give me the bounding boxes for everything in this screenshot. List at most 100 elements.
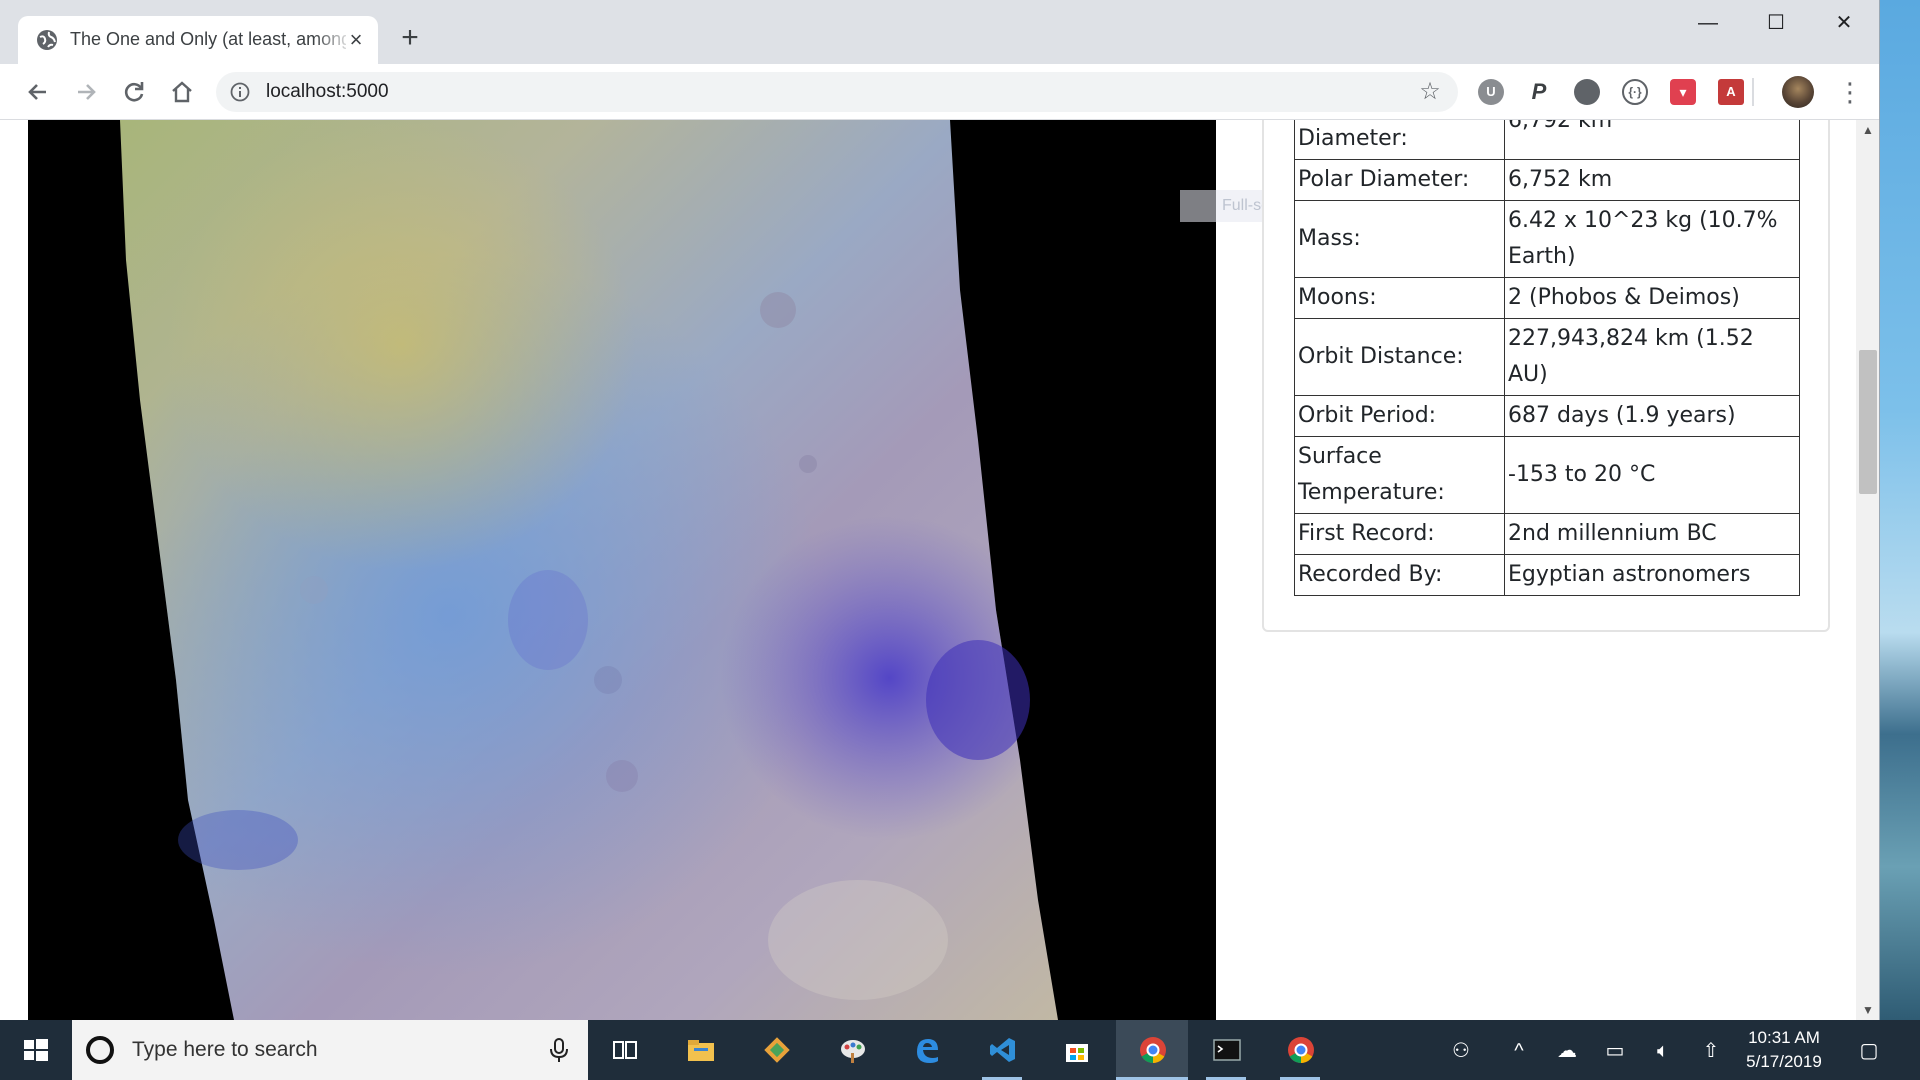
chevron-up-icon[interactable]: ^ — [1506, 1038, 1532, 1064]
chrome-icon — [1288, 1037, 1314, 1064]
fact-value: -153 to 20 °C — [1504, 436, 1800, 514]
scrollbar-thumb[interactable] — [1859, 350, 1877, 494]
taskbar-app-git[interactable] — [740, 1020, 812, 1080]
taskbar-app-paint[interactable] — [816, 1020, 888, 1080]
clock-time: 10:31 AM — [1748, 1028, 1820, 1047]
taskbar-app-chrome-active[interactable] — [1116, 1020, 1188, 1080]
tab-title: The One and Only (at least, among — [70, 29, 346, 49]
task-view-button[interactable] — [588, 1020, 660, 1080]
home-button[interactable] — [166, 76, 198, 108]
fact-row: Mass: 6.42 x 10^23 kg (10.7% Earth) — [1294, 200, 1800, 278]
facts-table: Equatorial Diameter:6,792 kmPolar Diamet… — [1294, 120, 1800, 596]
tab-close-button[interactable]: × — [344, 28, 368, 52]
taskbar-app-store[interactable] — [1040, 1020, 1112, 1080]
fact-row: Polar Diameter: 6,752 km — [1294, 159, 1800, 201]
home-icon — [172, 81, 192, 103]
store-icon — [1066, 1044, 1088, 1062]
toolbar-divider — [1752, 78, 1754, 106]
taskbar-app-file-explorer[interactable] — [664, 1020, 736, 1080]
url-text[interactable]: localhost:5000 — [266, 80, 389, 104]
fact-value: 6,792 km — [1504, 120, 1800, 160]
globe-icon — [37, 30, 57, 50]
new-tab-button[interactable]: + — [394, 22, 426, 54]
info-icon[interactable] — [230, 82, 250, 102]
taskbar-app-edge[interactable] — [890, 1020, 962, 1080]
taskbar-app-terminal[interactable] — [1190, 1020, 1262, 1080]
windows-icon — [24, 1039, 48, 1061]
star-icon[interactable]: ☆ — [1416, 78, 1444, 106]
microphone-icon[interactable] — [546, 1037, 572, 1063]
edge-icon — [917, 1039, 938, 1063]
upload-icon[interactable]: ⇧ — [1698, 1038, 1724, 1064]
menu-button[interactable]: ⋮ — [1834, 76, 1866, 108]
battery-icon[interactable]: ▭ — [1602, 1038, 1628, 1064]
fact-value: 2nd millennium BC — [1504, 513, 1800, 555]
browser-toolbar: localhost:5000 ☆ U P {·} ▾ A ⋮ — [0, 64, 1879, 120]
taskbar-search[interactable]: Type here to search — [72, 1020, 588, 1080]
fact-row: Recorded By: Egyptian astronomers — [1294, 554, 1800, 596]
fact-row: Orbit Period: 687 days (1.9 years) — [1294, 395, 1800, 437]
volume-icon[interactable]: 🔈︎ — [1650, 1038, 1676, 1064]
avatar[interactable] — [1782, 76, 1814, 108]
clock-date: 5/17/2019 — [1746, 1052, 1822, 1071]
tab-strip: The One and Only (at least, among × + — … — [0, 0, 1879, 64]
fact-label: Polar Diameter: — [1294, 159, 1505, 201]
fact-label: Orbit Period: — [1294, 395, 1505, 437]
fact-value: 2 (Phobos & Deimos) — [1504, 277, 1800, 319]
system-clock[interactable]: 10:31 AM 5/17/2019 — [1734, 1026, 1834, 1074]
people-icon[interactable]: ⚇ — [1448, 1038, 1474, 1064]
onedrive-icon[interactable]: ☁ — [1554, 1038, 1580, 1064]
page-viewport: Full-screen Equatorial Diameter:6,792 km… — [0, 120, 1879, 1020]
fact-value: 687 days (1.9 years) — [1504, 395, 1800, 437]
browser-window: The One and Only (at least, among × + — … — [0, 0, 1880, 1020]
maximize-button[interactable]: ☐ — [1754, 8, 1798, 38]
file-explorer-icon — [688, 1040, 714, 1061]
terminal-icon — [1213, 1039, 1241, 1061]
start-button[interactable] — [0, 1020, 70, 1080]
chrome-icon — [1140, 1037, 1166, 1064]
pdf-icon[interactable]: A — [1718, 79, 1744, 105]
notifications-icon[interactable]: ▢ — [1856, 1038, 1882, 1064]
fact-value: Egyptian astronomers — [1504, 554, 1800, 596]
extension-icon[interactable] — [1574, 79, 1600, 105]
scroll-down-button[interactable]: ▼ — [1856, 1000, 1879, 1020]
reload-icon — [124, 82, 144, 102]
fact-value: 227,943,824 km (1.52 AU) — [1504, 318, 1800, 396]
forward-button[interactable] — [70, 76, 102, 108]
cortana-icon — [86, 1036, 114, 1064]
vertical-scrollbar[interactable]: ▲ ▼ — [1856, 120, 1879, 1020]
mars-surface-strip — [120, 120, 1058, 1020]
close-window-button[interactable]: ✕ — [1822, 8, 1866, 38]
fact-label: First Record: — [1294, 513, 1505, 555]
fact-row: Surface Temperature: -153 to 20 °C — [1294, 436, 1800, 514]
vscode-icon — [990, 1038, 1015, 1062]
task-view-icon — [613, 1041, 637, 1059]
facts-card: Equatorial Diameter:6,792 kmPolar Diamet… — [1262, 120, 1830, 632]
arrow-left-icon — [28, 84, 46, 100]
tab-active[interactable]: The One and Only (at least, among × — [18, 16, 378, 64]
ublock-icon[interactable]: U — [1478, 79, 1504, 105]
code-icon[interactable]: {·} — [1622, 79, 1648, 105]
fact-label: Equatorial Diameter: — [1294, 120, 1505, 160]
paypal-icon[interactable]: P — [1526, 79, 1552, 105]
fact-row: Orbit Distance: 227,943,824 km (1.52 AU) — [1294, 318, 1800, 396]
fact-value: 6,752 km — [1504, 159, 1800, 201]
pocket-icon[interactable]: ▾ — [1670, 79, 1696, 105]
desktop-background — [1880, 0, 1920, 1020]
fact-row: First Record: 2nd millennium BC — [1294, 513, 1800, 555]
fact-row: Moons: 2 (Phobos & Deimos) — [1294, 277, 1800, 319]
fact-label: Orbit Distance: — [1294, 318, 1505, 396]
taskbar-app-vscode[interactable] — [966, 1020, 1038, 1080]
fact-label: Moons: — [1294, 277, 1505, 319]
reload-button[interactable] — [118, 76, 150, 108]
back-button[interactable] — [22, 76, 54, 108]
git-icon — [764, 1037, 790, 1063]
taskbar-app-chrome[interactable] — [1264, 1020, 1336, 1080]
address-bar[interactable]: localhost:5000 ☆ — [216, 72, 1458, 112]
scroll-up-button[interactable]: ▲ — [1856, 120, 1879, 140]
taskbar-search-placeholder: Type here to search — [132, 1038, 318, 1061]
arrow-right-icon — [78, 84, 96, 100]
fact-label: Mass: — [1294, 200, 1505, 278]
taskbar: Type here to search ⚇ ^ ☁ ▭ 🔈︎ ⇧ 10:31 A… — [0, 1020, 1920, 1080]
minimize-button[interactable]: — — [1686, 8, 1730, 38]
